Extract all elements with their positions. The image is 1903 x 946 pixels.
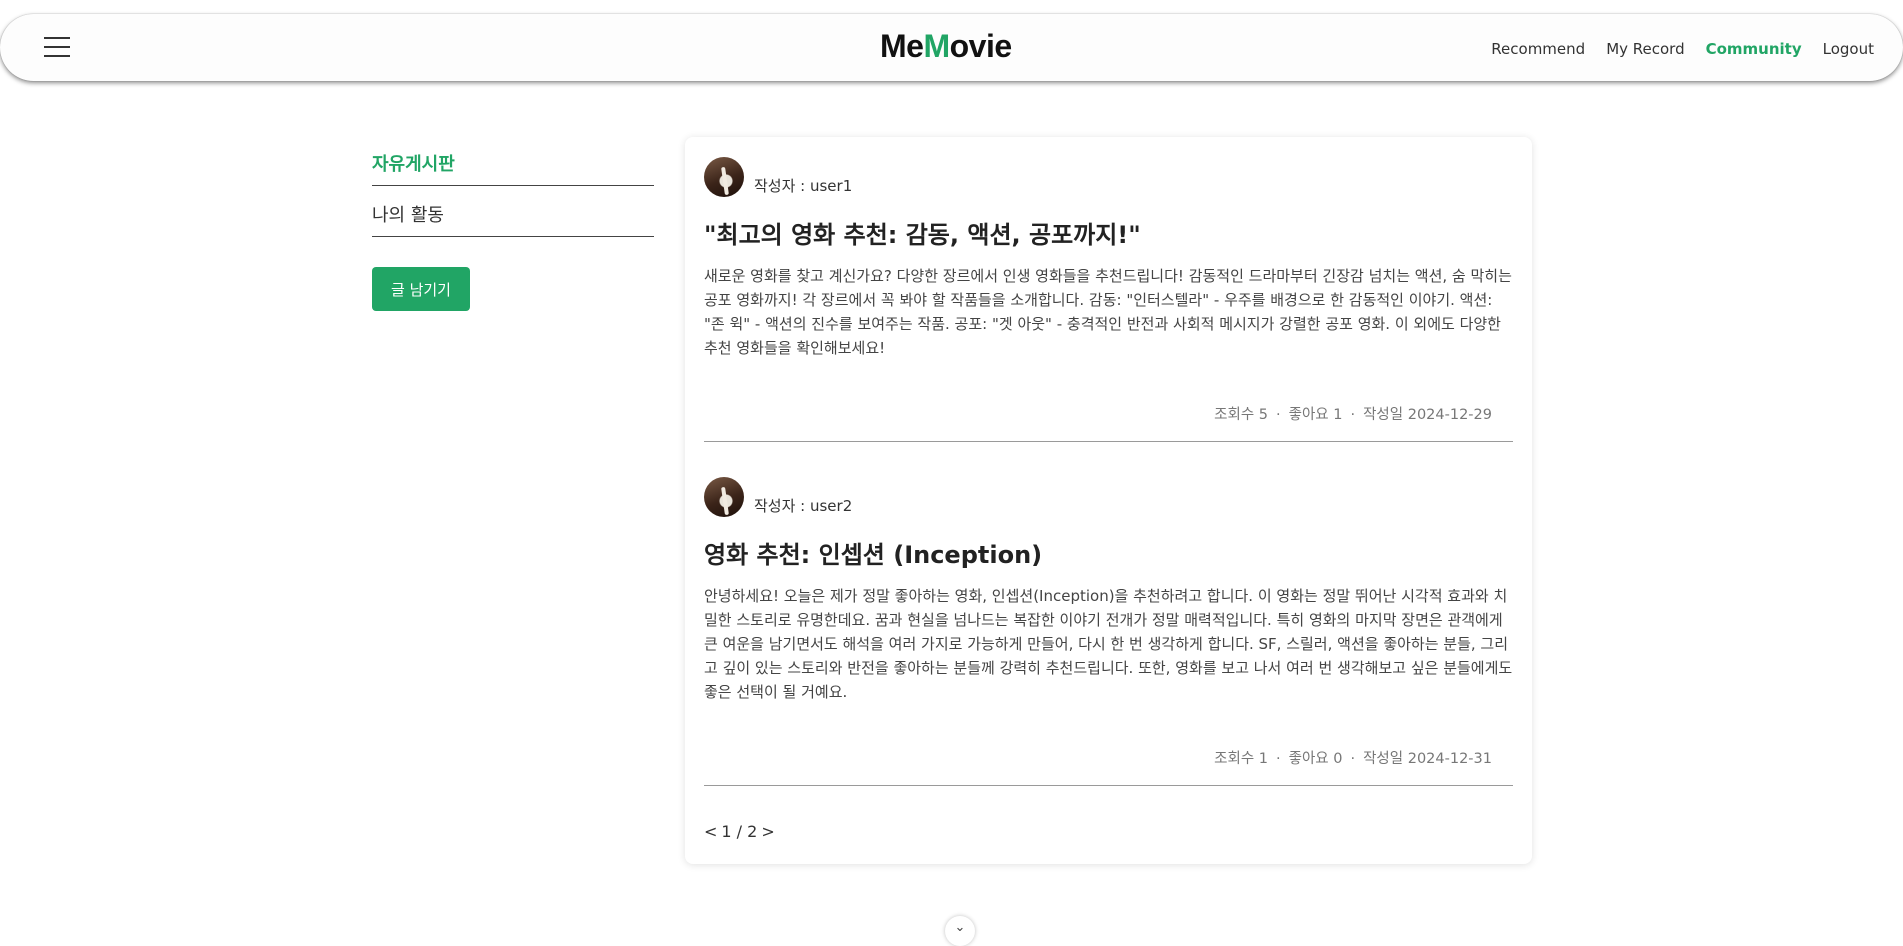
post-author: 작성자 : user1 — [754, 177, 853, 195]
logo-text-ovie: ovie — [949, 28, 1013, 64]
page-indicator: 1 / 2 — [721, 822, 758, 841]
post-list-card: 작성자 : user1 "최고의 영화 추천: 감동, 액션, 공포까지!" 새… — [685, 137, 1532, 864]
nav-logout[interactable]: Logout — [1823, 40, 1874, 58]
prev-page-button[interactable]: < — [704, 822, 717, 841]
post-item[interactable]: 작성자 : user1 "최고의 영화 추천: 감동, 액션, 공포까지!" 새… — [704, 155, 1513, 442]
logo-text-accent: M — [923, 28, 950, 64]
post-author-row: 작성자 : user2 — [704, 475, 1513, 517]
post-views: 조회수 5 — [1214, 407, 1269, 423]
post-date: 작성일 2024-12-31 — [1342, 751, 1492, 767]
sidebar-item-my-activity[interactable]: 나의 활동 — [372, 201, 654, 237]
post-divider — [704, 785, 1513, 786]
main-nav: Recommend My Record Community Logout — [1491, 40, 1874, 58]
post-title[interactable]: "최고의 영화 추천: 감동, 액션, 공포까지!" — [704, 215, 1513, 250]
post-title[interactable]: 영화 추천: 인셉션 (Inception) — [704, 535, 1513, 570]
post-date: 작성일 2024-12-29 — [1342, 407, 1492, 423]
board-sidebar: 자유게시판 나의 활동 글 남기기 — [372, 150, 654, 311]
top-navbar: MeMovie Recommend My Record Community Lo… — [0, 14, 1903, 81]
nav-recommend[interactable]: Recommend — [1491, 40, 1585, 58]
post-body: 안녕하세요! 오늘은 제가 정말 좋아하는 영화, 인셉션(Inception)… — [704, 587, 1513, 701]
post-stats: 조회수 5좋아요 1작성일 2024-12-29 — [1214, 403, 1492, 424]
post-body: 새로운 영화를 찾고 계신가요? 다양한 장르에서 인생 영화들을 추천드립니다… — [704, 267, 1512, 357]
avatar — [704, 157, 744, 197]
sidebar-item-free-board[interactable]: 자유게시판 — [372, 150, 654, 186]
post-author-row: 작성자 : user1 — [704, 155, 1513, 197]
pagination: < 1 / 2 > — [704, 822, 775, 841]
post-stats: 조회수 1좋아요 0작성일 2024-12-31 — [1214, 747, 1492, 768]
post-views: 조회수 1 — [1214, 751, 1269, 767]
chevron-down-icon[interactable]: ⌄ — [945, 916, 975, 946]
hamburger-menu-icon[interactable] — [44, 37, 70, 57]
post-item[interactable]: 작성자 : user2 영화 추천: 인셉션 (Inception) 안녕하세요… — [704, 475, 1513, 786]
post-divider — [704, 441, 1513, 442]
avatar — [704, 477, 744, 517]
nav-my-record[interactable]: My Record — [1606, 40, 1684, 58]
logo[interactable]: MeMovie — [880, 28, 1012, 65]
next-page-button[interactable]: > — [761, 822, 774, 841]
post-author: 작성자 : user2 — [754, 497, 853, 515]
post-likes: 좋아요 1 — [1268, 407, 1342, 423]
post-likes: 좋아요 0 — [1268, 751, 1342, 767]
nav-community[interactable]: Community — [1706, 40, 1802, 58]
logo-text-me: Me — [880, 28, 924, 64]
write-post-button[interactable]: 글 남기기 — [372, 267, 470, 311]
